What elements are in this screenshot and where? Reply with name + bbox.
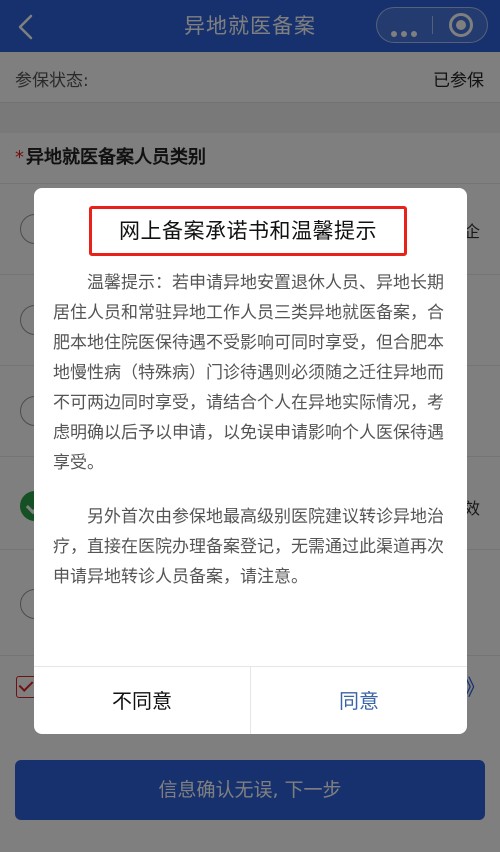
notice-paragraph: 温馨提示：若申请异地安置退休人员、异地长期居住人员和常驻异地工作人员三类异地就医…: [53, 273, 444, 473]
title-highlight-box: 网上备案承诺书和温馨提示: [89, 206, 407, 256]
disagree-button[interactable]: 不同意: [34, 667, 250, 734]
agree-button[interactable]: 同意: [251, 667, 467, 734]
dialog-title: 网上备案承诺书和温馨提示: [119, 219, 377, 243]
dialog-body: 温馨提示：若申请异地安置退休人员、异地长期居住人员和常驻异地工作人员三类异地就医…: [53, 268, 451, 592]
commitment-dialog: 网上备案承诺书和温馨提示 温馨提示：若申请异地安置退休人员、异地长期居住人员和常…: [34, 188, 467, 734]
dialog-footer: 不同意 同意: [34, 666, 467, 734]
notice-paragraph: 另外首次由参保地最高级别医院建议转诊异地治疗，直接在医院办理备案登记，无需通过此…: [53, 507, 444, 587]
